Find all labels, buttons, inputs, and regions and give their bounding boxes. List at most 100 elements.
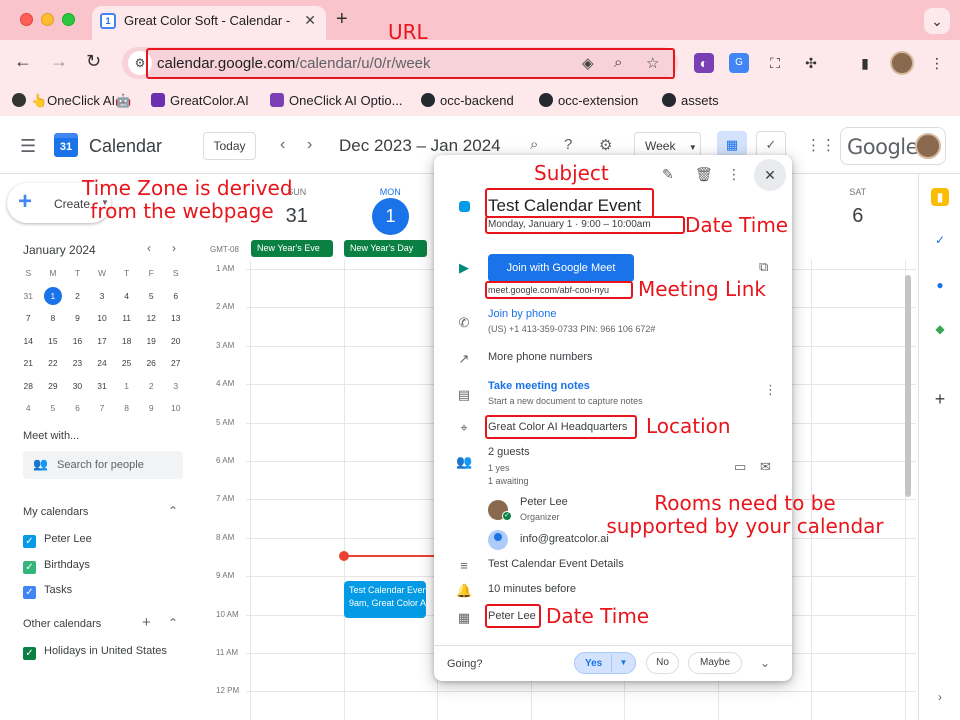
mini-day-cell[interactable]: 13: [163, 307, 188, 330]
previous-week-icon[interactable]: ‹: [280, 136, 285, 154]
mini-day-cell[interactable]: 27: [163, 352, 188, 375]
keep-icon[interactable]: ▮: [931, 188, 949, 206]
expand-chevron-down-icon[interactable]: ⌄: [760, 656, 770, 670]
chevron-down-icon[interactable]: ▼: [611, 654, 635, 672]
screen-capture-icon[interactable]: ⛶: [765, 53, 785, 73]
contacts-icon[interactable]: ●: [931, 276, 949, 294]
other-calendars-title[interactable]: Other calendars: [23, 618, 101, 630]
mini-day-cell[interactable]: 30: [65, 375, 90, 398]
mini-day-cell[interactable]: 1: [114, 375, 139, 398]
checkbox-checked-icon[interactable]: ✓: [23, 647, 36, 660]
copy-link-icon[interactable]: ⧉: [759, 259, 768, 275]
browser-profile-avatar[interactable]: [890, 51, 914, 75]
notes-options-icon[interactable]: ⋮: [764, 382, 777, 398]
chevron-up-icon[interactable]: ⌃: [168, 616, 178, 630]
checkbox-checked-icon[interactable]: ✓: [23, 535, 36, 548]
window-minimize-button[interactable]: [41, 13, 54, 26]
bookmark-oneclick-ai[interactable]: 👆OneClick AI🤖: [12, 93, 131, 109]
event-block-test-calendar-event[interactable]: Test Calendar Event 9am, Great Color AI …: [344, 581, 426, 618]
mini-day-cell[interactable]: 26: [139, 352, 164, 375]
mini-day-cell[interactable]: 8: [41, 307, 66, 330]
bookmark-occ-backend[interactable]: occ-backend: [421, 93, 514, 108]
mini-day-cell[interactable]: 7: [16, 307, 41, 330]
mini-day-cell[interactable]: 19: [139, 330, 164, 353]
mini-day-cell[interactable]: 20: [163, 330, 188, 353]
window-zoom-button[interactable]: [62, 13, 75, 26]
mini-day-cell[interactable]: 10: [163, 397, 188, 420]
mini-day-cell[interactable]: 31: [16, 285, 41, 308]
rsvp-yes-button[interactable]: Yes ▼: [574, 652, 636, 674]
bookmark-occ-extension[interactable]: occ-extension: [539, 93, 638, 108]
mini-day-cell[interactable]: 16: [65, 330, 90, 353]
mini-day-cell[interactable]: 4: [114, 285, 139, 308]
browser-tab-calendar[interactable]: 1 Great Color Soft - Calendar - ✕: [92, 6, 326, 40]
mini-day-cell[interactable]: 15: [41, 330, 66, 353]
app-title[interactable]: Calendar: [89, 136, 162, 157]
join-meet-button[interactable]: Join with Google Meet: [488, 254, 634, 282]
mini-day-cell[interactable]: 4: [16, 397, 41, 420]
delete-trash-icon[interactable]: 🗑: [695, 166, 713, 183]
search-people-input[interactable]: 👥 Search for people: [23, 451, 183, 479]
get-addons-icon[interactable]: +: [931, 390, 949, 408]
checkbox-checked-icon[interactable]: ✓: [23, 561, 36, 574]
calendar-item-peter-lee[interactable]: ✓ Peter Lee: [23, 533, 92, 548]
mini-day-cell[interactable]: 6: [65, 397, 90, 420]
my-calendars-title[interactable]: My calendars: [23, 506, 88, 518]
mini-day-cell[interactable]: 11: [114, 307, 139, 330]
take-notes-link[interactable]: Take meeting notes: [488, 380, 590, 392]
checkbox-checked-icon[interactable]: ✓: [23, 586, 36, 599]
settings-gear-icon[interactable]: ⚙: [599, 136, 612, 154]
mini-day-cell[interactable]: 24: [90, 352, 115, 375]
new-tab-icon[interactable]: +: [336, 8, 348, 31]
mini-day-cell[interactable]: 31: [90, 375, 115, 398]
mini-day-cell[interactable]: 17: [90, 330, 115, 353]
side-panel-icon[interactable]: ▮: [855, 53, 875, 73]
today-button[interactable]: Today: [203, 132, 256, 160]
mini-day-cell[interactable]: 2: [65, 285, 90, 308]
expand-panel-icon[interactable]: ›: [931, 688, 949, 706]
mini-day-cell[interactable]: 10: [90, 307, 115, 330]
mini-prev-month-icon[interactable]: ‹: [147, 241, 151, 255]
mini-day-cell[interactable]: 1: [41, 285, 66, 308]
google-apps-icon[interactable]: ⋮⋮: [806, 136, 836, 154]
search-icon[interactable]: ⌕: [530, 136, 538, 153]
google-account-box[interactable]: Google: [840, 127, 946, 165]
mini-day-cell[interactable]: 3: [90, 285, 115, 308]
tab-search-icon[interactable]: ⌄: [924, 8, 950, 34]
mini-day-cell[interactable]: 21: [16, 352, 41, 375]
bookmark-oneclick-options[interactable]: OneClick AI Optio...: [270, 93, 402, 108]
join-by-phone-link[interactable]: Join by phone: [488, 308, 557, 320]
window-close-button[interactable]: [20, 13, 33, 26]
mini-next-month-icon[interactable]: ›: [172, 241, 176, 255]
add-calendar-icon[interactable]: +: [142, 614, 151, 631]
tab-close-icon[interactable]: ✕: [304, 12, 316, 29]
edit-pencil-icon[interactable]: ✎: [662, 166, 674, 183]
main-menu-icon[interactable]: ☰: [20, 136, 36, 157]
mini-day-cell[interactable]: 5: [41, 397, 66, 420]
browser-menu-icon[interactable]: ⋮: [927, 53, 947, 73]
day-number-today[interactable]: 1: [372, 198, 409, 235]
bookmark-assets[interactable]: assets: [662, 93, 719, 108]
calendar-item-tasks[interactable]: ✓ Tasks: [23, 584, 72, 599]
grid-scrollbar[interactable]: [905, 275, 911, 497]
mini-day-cell[interactable]: 25: [114, 352, 139, 375]
mini-day-cell[interactable]: 12: [139, 307, 164, 330]
account-avatar[interactable]: [915, 133, 941, 159]
mini-day-cell[interactable]: 29: [41, 375, 66, 398]
bookmark-greatcolor-ai[interactable]: GreatColor.AI: [151, 93, 249, 108]
mini-day-cell[interactable]: 14: [16, 330, 41, 353]
mini-day-cell[interactable]: 8: [114, 397, 139, 420]
mini-day-cell[interactable]: 6: [163, 285, 188, 308]
google-translate-extension-icon[interactable]: G: [729, 53, 749, 73]
calendar-item-holidays[interactable]: ✓ Holidays in United States: [23, 645, 167, 660]
mini-day-cell[interactable]: 23: [65, 352, 90, 375]
tasks-icon[interactable]: ✓: [931, 231, 949, 249]
extensions-puzzle-icon[interactable]: ✣: [801, 53, 821, 73]
calendar-item-birthdays[interactable]: ✓ Birthdays: [23, 559, 90, 574]
mini-day-cell[interactable]: 5: [139, 285, 164, 308]
back-icon[interactable]: ←: [14, 51, 32, 72]
rsvp-no-button[interactable]: No: [646, 652, 679, 674]
help-icon[interactable]: ?: [564, 136, 572, 153]
close-icon[interactable]: ✕: [754, 159, 786, 191]
mini-day-cell[interactable]: 7: [90, 397, 115, 420]
